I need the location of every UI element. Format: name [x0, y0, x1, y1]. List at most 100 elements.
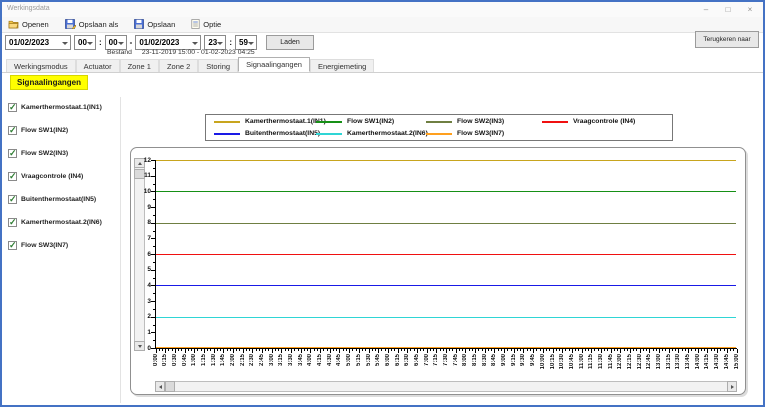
- x-axis-tick: [475, 349, 476, 353]
- x-axis-minor-tick: [665, 349, 666, 351]
- checkbox-item-flow-sw3-in7[interactable]: ✓Flow SW3(IN7): [8, 241, 120, 250]
- checkmark-icon: ✓: [9, 171, 17, 182]
- x-axis-minor-tick: [675, 349, 676, 351]
- checkbox-icon[interactable]: ✓: [8, 149, 17, 158]
- checkmark-icon: ✓: [9, 194, 17, 205]
- x-axis-minor-tick: [559, 349, 560, 351]
- app-window: Werkingsdata – □ × OpenenOpslaan alsOpsl…: [0, 0, 765, 407]
- x-axis-minor-tick: [178, 349, 179, 351]
- x-axis-minor-tick: [452, 349, 453, 351]
- y-axis-label: 4: [135, 282, 151, 289]
- checkbox-item-vraagcontrole-in4[interactable]: ✓Vraagcontrole (IN4): [8, 172, 120, 181]
- horizontal-scrollbar[interactable]: [155, 381, 737, 392]
- y-axis-tick: [151, 254, 155, 255]
- horizontal-scroll-thumb[interactable]: [165, 381, 175, 392]
- toolbar-button-openen[interactable]: Openen: [8, 19, 49, 31]
- toolbar-button-opslaan[interactable]: Opslaan: [134, 19, 175, 31]
- chevron-down-icon: [118, 42, 124, 45]
- start-hour-value: 00: [78, 38, 87, 47]
- x-axis-minor-tick: [733, 349, 734, 351]
- end-minute-select[interactable]: 59: [235, 35, 257, 50]
- legend-item-flow-sw3-in7: Flow SW3(IN7): [418, 128, 534, 140]
- load-button[interactable]: Laden: [266, 35, 314, 50]
- series-line-flow-sw3-in7: [156, 347, 736, 348]
- legend-item-kamerthermostaat-2-in6: Kamerthermostaat.2(IN6): [308, 128, 418, 140]
- x-axis-minor-tick: [391, 349, 392, 351]
- x-axis-minor-tick: [172, 349, 173, 351]
- minimize-icon[interactable]: –: [695, 2, 717, 17]
- tab-signaalingangen[interactable]: Signaalingangen: [238, 57, 310, 72]
- x-axis-tick: [620, 349, 621, 353]
- toolbar-button-optie[interactable]: Optie: [191, 19, 221, 31]
- x-axis-minor-tick: [656, 349, 657, 351]
- legend-item-kamerthermostaat-1-in1: Kamerthermostaat.1(IN1): [206, 116, 308, 128]
- x-axis-tick: [514, 349, 515, 353]
- chart-legend: Kamerthermostaat.1(IN1)Flow SW1(IN2)Flow…: [205, 114, 673, 141]
- x-axis-tick: [223, 349, 224, 353]
- series-line-buitenthermostaat-in5: [156, 285, 736, 286]
- x-axis-minor-tick: [314, 349, 315, 351]
- x-axis-minor-tick: [478, 349, 479, 351]
- return-button[interactable]: Terugkeren naar: [695, 31, 759, 48]
- scroll-left-button[interactable]: [155, 381, 165, 392]
- tab-werkingsmodus[interactable]: Werkingsmodus: [6, 59, 76, 72]
- tab-storing[interactable]: Storing: [198, 59, 238, 72]
- x-axis-minor-tick: [207, 349, 208, 351]
- x-axis-minor-tick: [636, 349, 637, 351]
- start-minute-select[interactable]: 00: [105, 35, 127, 50]
- toolbar-button-label: Opslaan als: [79, 20, 119, 29]
- x-axis-minor-tick: [375, 349, 376, 351]
- tab-actuator[interactable]: Actuator: [76, 59, 120, 72]
- checkbox-item-flow-sw2-in3[interactable]: ✓Flow SW2(IN3): [8, 149, 120, 158]
- checkbox-item-kamerthermostaat-1-in1[interactable]: ✓Kamerthermostaat.1(IN1): [8, 103, 120, 112]
- file-info: Bestand 23-11-2019 15:00 - 01-02-2023 04…: [107, 49, 255, 56]
- legend-label: Flow SW3(IN7): [457, 130, 504, 137]
- file-info-label: Bestand: [107, 49, 132, 56]
- x-axis-tick: [262, 349, 263, 353]
- scroll-right-button[interactable]: [727, 381, 737, 392]
- end-date-select[interactable]: 01/02/2023: [135, 35, 201, 50]
- x-axis-minor-tick: [691, 349, 692, 351]
- chart-panel: 01234567891011120:000:150:300:451:001:15…: [130, 147, 746, 395]
- close-icon[interactable]: ×: [739, 2, 761, 17]
- x-axis-minor-tick: [643, 349, 644, 351]
- checkbox-icon[interactable]: ✓: [8, 241, 17, 250]
- end-hour-select[interactable]: 23: [204, 35, 226, 50]
- checkbox-icon[interactable]: ✓: [8, 103, 17, 112]
- x-axis-tick: [543, 349, 544, 353]
- y-axis-tick: [151, 301, 155, 302]
- checkbox-icon[interactable]: ✓: [8, 126, 17, 135]
- x-axis-minor-tick: [682, 349, 683, 351]
- x-axis-tick: [175, 349, 176, 353]
- x-axis-minor-tick: [585, 349, 586, 351]
- x-axis-tick: [185, 349, 186, 353]
- checkbox-item-flow-sw1-in2[interactable]: ✓Flow SW1(IN2): [8, 126, 120, 135]
- x-axis-tick: [204, 349, 205, 353]
- x-axis-minor-tick: [285, 349, 286, 351]
- start-date-select[interactable]: 01/02/2023: [5, 35, 71, 50]
- x-axis-tick: [330, 349, 331, 353]
- y-axis-tick: [151, 223, 155, 224]
- toolbar-button-opslaan-als[interactable]: Opslaan als: [65, 19, 119, 31]
- checkbox-icon[interactable]: ✓: [8, 218, 17, 227]
- tab-zone-2[interactable]: Zone 2: [159, 59, 198, 72]
- x-axis-tick: [533, 349, 534, 353]
- checkbox-item-kamerthermostaat-2-in6[interactable]: ✓Kamerthermostaat.2(IN6): [8, 218, 120, 227]
- start-hour-select[interactable]: 00: [74, 35, 96, 50]
- x-axis-minor-tick: [365, 349, 366, 351]
- x-axis-minor-tick: [404, 349, 405, 351]
- maximize-icon[interactable]: □: [717, 2, 739, 17]
- x-axis-tick: [194, 349, 195, 353]
- x-axis-minor-tick: [685, 349, 686, 351]
- tab-zone-1[interactable]: Zone 1: [120, 59, 159, 72]
- legend-item-buitenthermostaat-in5: Buitenthermostaat(IN5): [206, 128, 308, 140]
- checkbox-icon[interactable]: ✓: [8, 195, 17, 204]
- x-axis-minor-tick: [569, 349, 570, 351]
- y-axis-tick: [151, 332, 155, 333]
- x-axis-tick: [301, 349, 302, 353]
- x-axis-minor-tick: [294, 349, 295, 351]
- checkbox-icon[interactable]: ✓: [8, 172, 17, 181]
- checkbox-item-buitenthermostaat-in5[interactable]: ✓Buitenthermostaat(IN5): [8, 195, 120, 204]
- tab-energiemeting[interactable]: Energiemeting: [310, 59, 374, 72]
- x-axis-minor-tick: [385, 349, 386, 351]
